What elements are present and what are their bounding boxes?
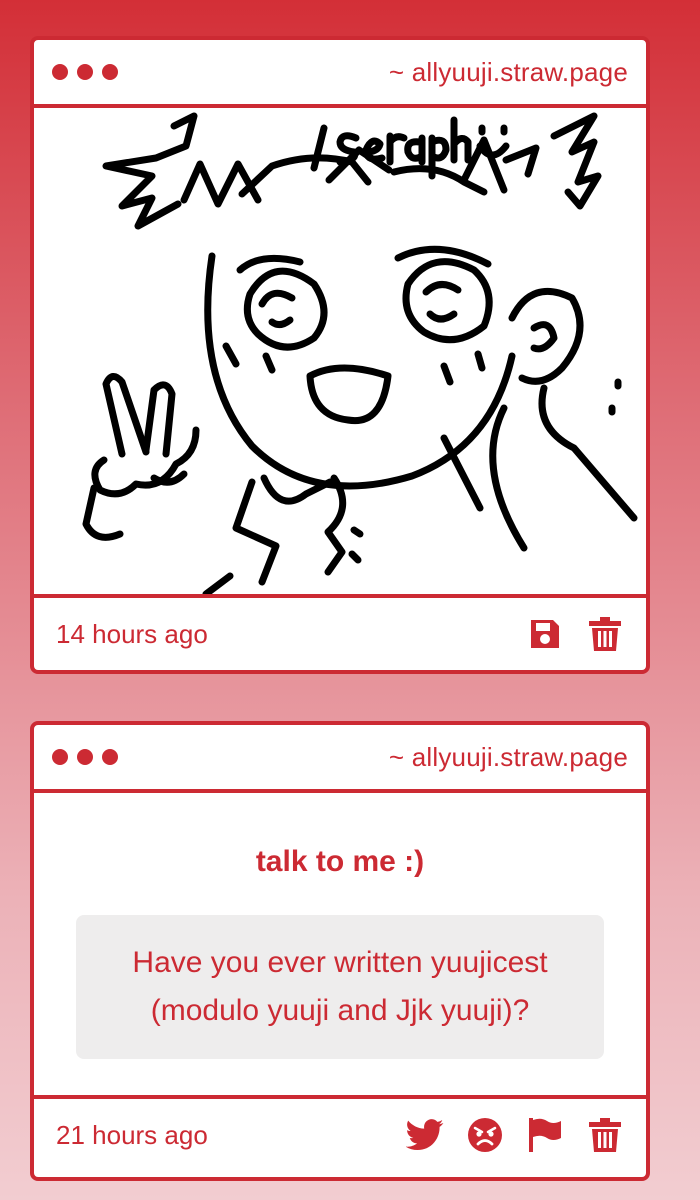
timestamp: 14 hours ago	[56, 618, 208, 649]
question-body: talk to me :) Have you ever written yuuj…	[34, 793, 646, 1099]
post-footer: 14 hours ago	[34, 598, 646, 670]
delete-button[interactable]	[586, 1116, 624, 1154]
window-titlebar: ~ allyuuji.straw.page	[34, 725, 646, 793]
post-actions	[406, 1116, 624, 1154]
doodle-drawing	[82, 112, 638, 594]
question-post-card: ~ allyuuji.straw.page talk to me :) Have…	[30, 721, 650, 1181]
save-button[interactable]	[526, 615, 564, 653]
share-twitter-button[interactable]	[406, 1116, 444, 1154]
question-text: Have you ever written yuujicest (modulo …	[76, 915, 604, 1059]
angry-reaction-button[interactable]	[466, 1116, 504, 1154]
left-eye	[236, 254, 328, 351]
window-dot	[52, 749, 68, 765]
timestamp: 21 hours ago	[56, 1119, 208, 1150]
drawing-image	[34, 108, 646, 598]
delete-button[interactable]	[586, 615, 624, 653]
window-dots	[52, 749, 118, 765]
drawing-post-card: ~ allyuuji.straw.page 14 hours ago	[30, 36, 650, 674]
window-dot	[77, 64, 93, 80]
site-url[interactable]: ~ allyuuji.straw.page	[389, 57, 628, 88]
window-dot	[52, 64, 68, 80]
post-actions	[526, 615, 624, 653]
flag-icon	[529, 1118, 561, 1152]
window-dot	[102, 64, 118, 80]
site-url[interactable]: ~ allyuuji.straw.page	[389, 742, 628, 773]
peace-sign-hand	[82, 373, 200, 541]
save-icon	[531, 620, 559, 648]
post-footer: 21 hours ago	[34, 1099, 646, 1171]
prompt-title: talk to me :)	[255, 845, 425, 878]
window-dot	[77, 749, 93, 765]
report-button[interactable]	[526, 1116, 564, 1154]
window-dots	[52, 64, 118, 80]
trash-icon	[589, 617, 621, 651]
trash-icon	[589, 1118, 621, 1152]
window-titlebar: ~ allyuuji.straw.page	[34, 40, 646, 108]
twitter-icon	[406, 1119, 444, 1151]
right-eye	[394, 245, 493, 344]
window-dot	[102, 749, 118, 765]
angry-face-icon	[468, 1118, 502, 1152]
